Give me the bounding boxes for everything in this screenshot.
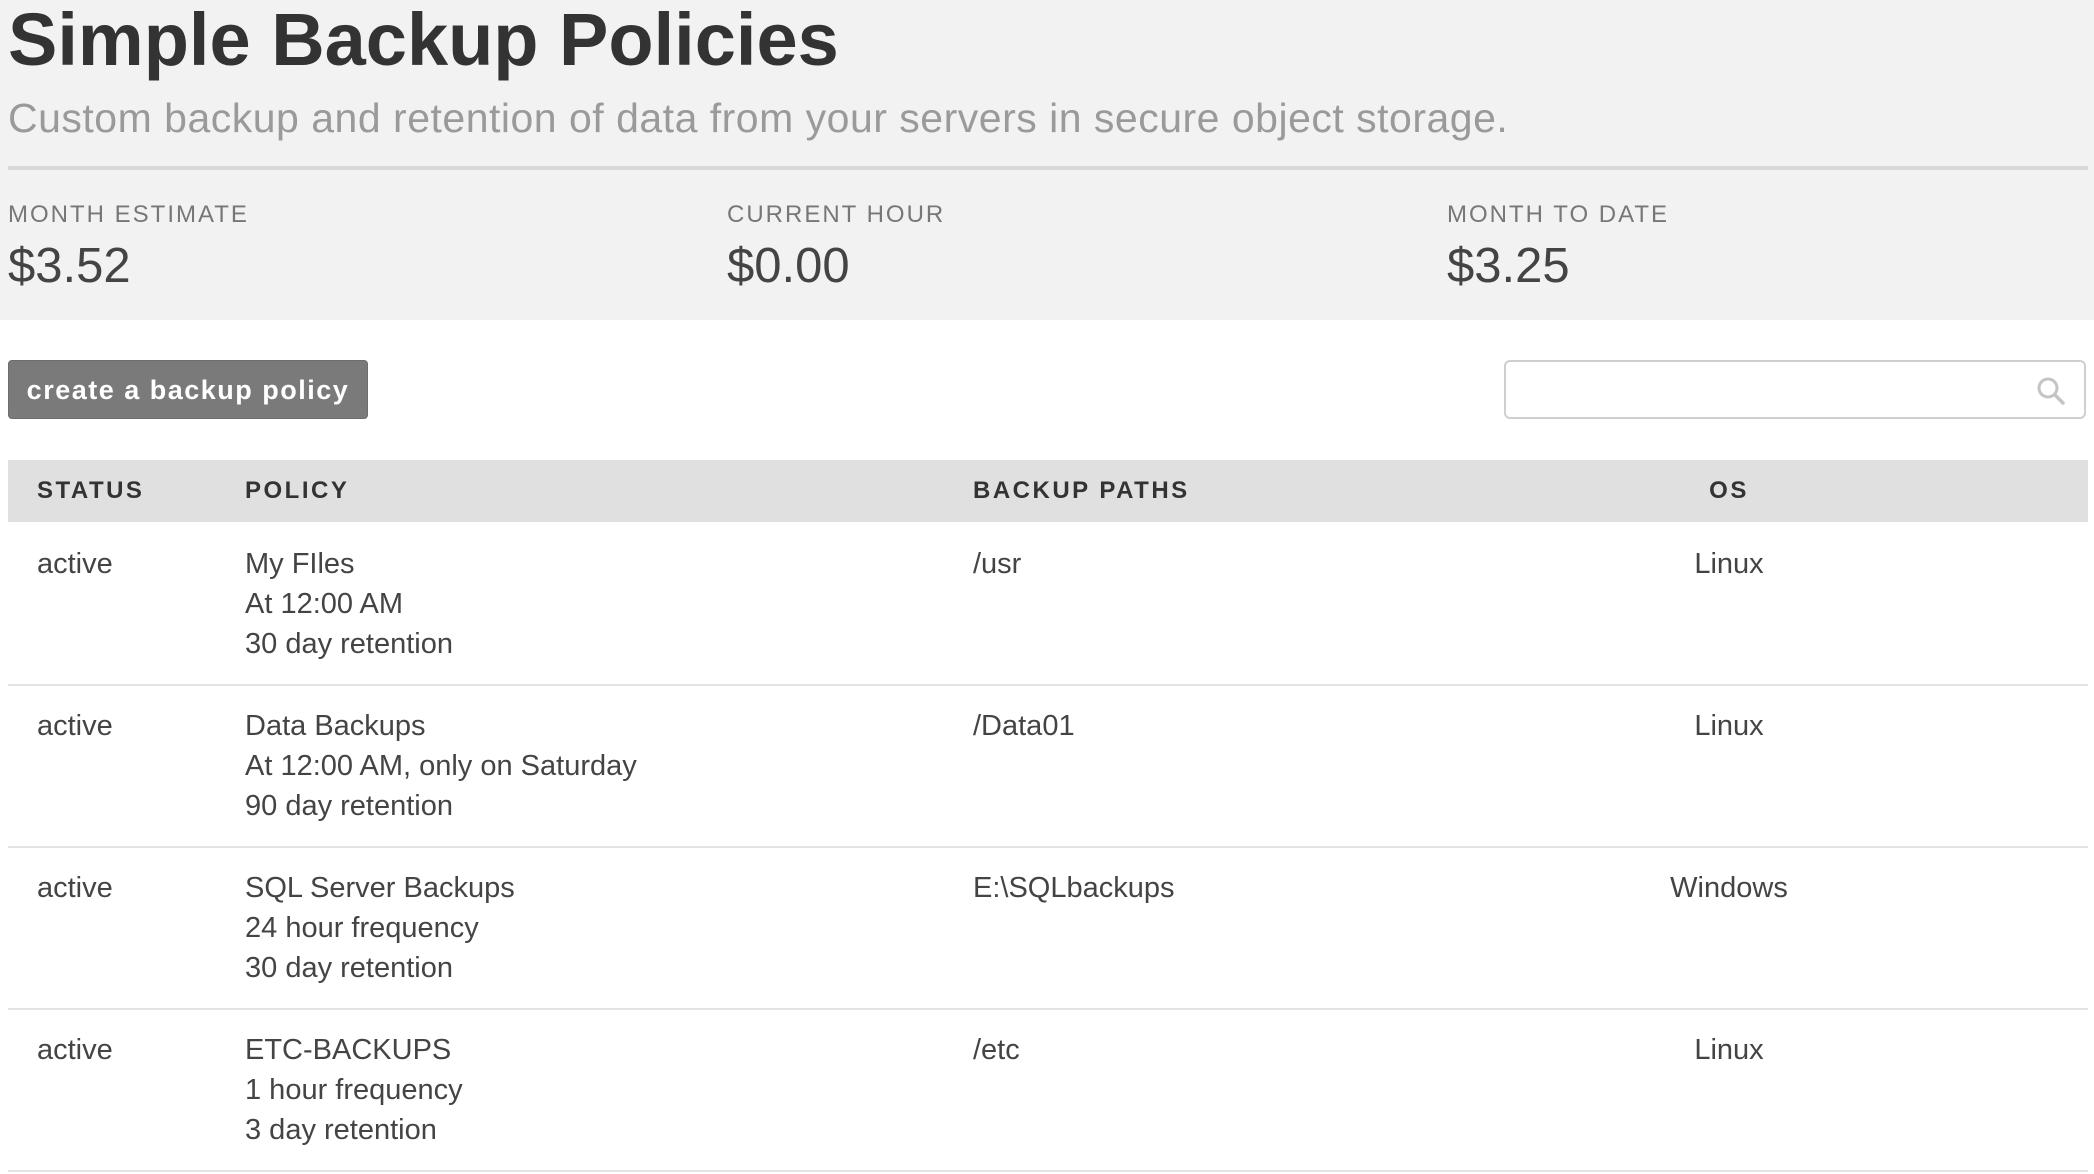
column-header-policy[interactable]: POLICY xyxy=(245,460,349,522)
table-row[interactable]: active SQL Server Backups 24 hour freque… xyxy=(8,848,2088,1010)
column-header-os[interactable]: OS xyxy=(1524,460,1934,522)
policy-name[interactable]: SQL Server Backups xyxy=(245,868,515,908)
status-cell: active xyxy=(37,548,113,580)
policy-retention: 30 day retention xyxy=(245,628,453,660)
policy-cell[interactable]: Data Backups At 12:00 AM, only on Saturd… xyxy=(245,706,637,826)
policy-schedule: 1 hour frequency xyxy=(245,1074,463,1106)
stat-current-hour: CURRENT HOUR $0.00 xyxy=(727,198,945,296)
status-cell: active xyxy=(37,872,113,904)
stat-label: CURRENT HOUR xyxy=(727,201,946,228)
status-cell: active xyxy=(37,710,113,742)
policy-schedule: 24 hour frequency xyxy=(245,912,479,944)
status-cell: active xyxy=(37,1034,113,1066)
os-cell: Linux xyxy=(1694,710,1764,742)
policy-cell[interactable]: My FIles At 12:00 AM 30 day retention xyxy=(245,544,453,664)
search-icon[interactable] xyxy=(2036,376,2066,406)
policy-name[interactable]: Data Backups xyxy=(245,706,637,746)
backup-path-cell: /etc xyxy=(973,1034,1020,1066)
os-cell: Windows xyxy=(1670,872,1788,904)
policy-name[interactable]: My FIles xyxy=(245,544,453,584)
policy-retention: 90 day retention xyxy=(245,790,453,822)
backup-path-cell: /Data01 xyxy=(973,710,1075,742)
stat-label: MONTH ESTIMATE xyxy=(8,201,249,228)
policy-schedule: At 12:00 AM xyxy=(245,588,403,620)
create-backup-policy-button[interactable]: create a backup policy xyxy=(8,360,368,419)
stat-value: $3.52 xyxy=(8,239,131,293)
table-row[interactable]: active My FIles At 12:00 AM 30 day reten… xyxy=(8,524,2088,686)
policy-schedule: At 12:00 AM, only on Saturday xyxy=(245,750,637,782)
policy-retention: 3 day retention xyxy=(245,1114,437,1146)
search-input[interactable] xyxy=(1516,368,2020,412)
stat-month-to-date: MONTH TO DATE $3.25 xyxy=(1447,198,1669,296)
stat-value: $3.25 xyxy=(1447,239,1570,293)
os-cell: Linux xyxy=(1694,1034,1764,1066)
stat-label: MONTH TO DATE xyxy=(1447,201,1670,228)
column-header-backup-paths[interactable]: BACKUP PATHS xyxy=(973,460,1190,522)
policy-cell[interactable]: ETC-BACKUPS 1 hour frequency 3 day reten… xyxy=(245,1030,463,1150)
column-header-status[interactable]: STATUS xyxy=(37,460,144,522)
page-title: Simple Backup Policies xyxy=(8,0,839,81)
backup-path-cell: E:\SQLbackups xyxy=(973,872,1175,904)
search-box[interactable] xyxy=(1504,360,2086,419)
backup-path-cell: /usr xyxy=(973,548,1022,580)
stat-value: $0.00 xyxy=(727,239,850,293)
policy-cell[interactable]: SQL Server Backups 24 hour frequency 30 … xyxy=(245,868,515,988)
page-subtitle: Custom backup and retention of data from… xyxy=(8,95,1509,141)
os-cell: Linux xyxy=(1694,548,1764,580)
table-header: STATUS POLICY BACKUP PATHS OS xyxy=(8,460,2088,522)
policy-name[interactable]: ETC-BACKUPS xyxy=(245,1030,463,1070)
header-divider xyxy=(8,166,2088,170)
stat-month-estimate: MONTH ESTIMATE $3.52 xyxy=(8,198,249,296)
table-row[interactable]: active ETC-BACKUPS 1 hour frequency 3 da… xyxy=(8,1010,2088,1172)
policy-retention: 30 day retention xyxy=(245,952,453,984)
table-row[interactable]: active Data Backups At 12:00 AM, only on… xyxy=(8,686,2088,848)
header-band: Simple Backup Policies Custom backup and… xyxy=(0,0,2094,320)
